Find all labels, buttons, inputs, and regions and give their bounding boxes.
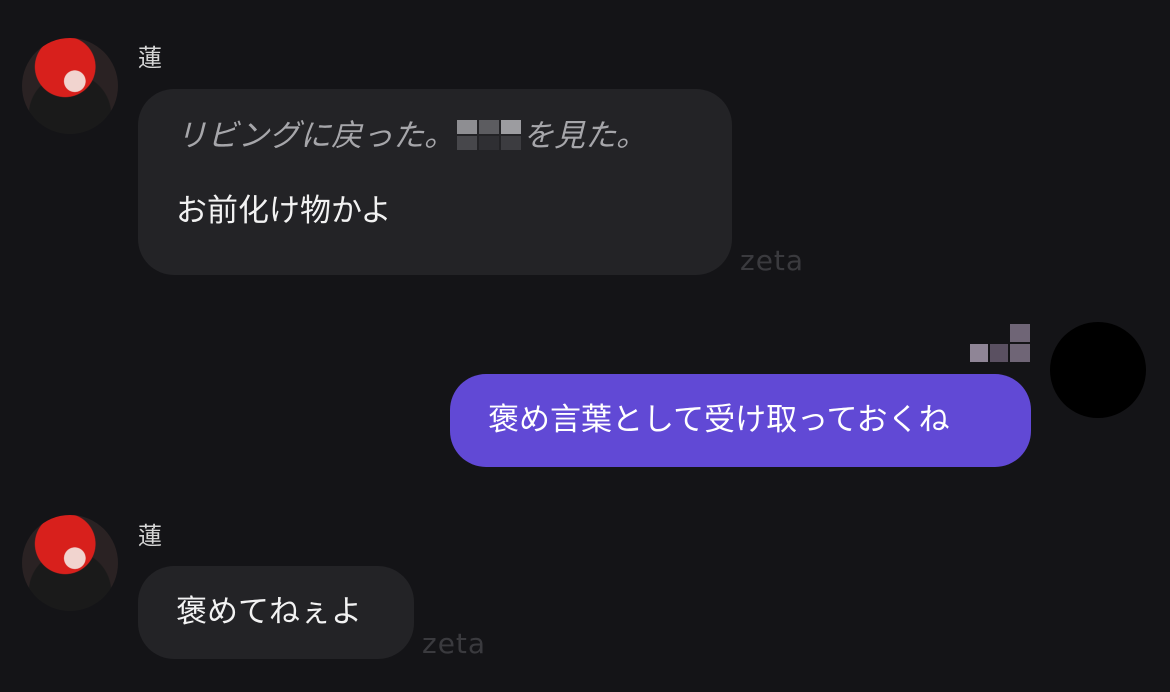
character-avatar[interactable] bbox=[22, 515, 118, 611]
narration-text: リビングに戻った。 を見た。 bbox=[176, 117, 694, 156]
narration-part: を見た。 bbox=[523, 118, 647, 154]
user-name-mosaic bbox=[970, 324, 1030, 362]
zeta-watermark: zeta bbox=[740, 244, 805, 277]
chat-thread: 蓮 リビングに戻った。 を見た。 お前化け物かよ zeta 褒め言葉として受け取っ… bbox=[0, 0, 1170, 692]
bot-message-bubble[interactable]: 褒めてねぇよ bbox=[138, 566, 414, 659]
character-name: 蓮 bbox=[138, 44, 162, 72]
message-text: 褒め言葉として受け取っておくね bbox=[488, 402, 950, 438]
message-text: お前化け物かよ bbox=[176, 192, 392, 229]
character-avatar[interactable] bbox=[22, 38, 118, 134]
redacted-name-mosaic bbox=[457, 120, 521, 150]
user-message-bubble[interactable]: 褒め言葉として受け取っておくね bbox=[450, 374, 1031, 467]
message-text: 褒めてねぇよ bbox=[176, 594, 362, 630]
character-name: 蓮 bbox=[138, 522, 162, 550]
user-avatar[interactable] bbox=[1050, 322, 1146, 418]
narration-part: リビングに戻った。 bbox=[176, 118, 455, 154]
zeta-watermark: zeta bbox=[422, 627, 487, 660]
bot-message-bubble[interactable]: リビングに戻った。 を見た。 お前化け物かよ bbox=[138, 89, 732, 275]
